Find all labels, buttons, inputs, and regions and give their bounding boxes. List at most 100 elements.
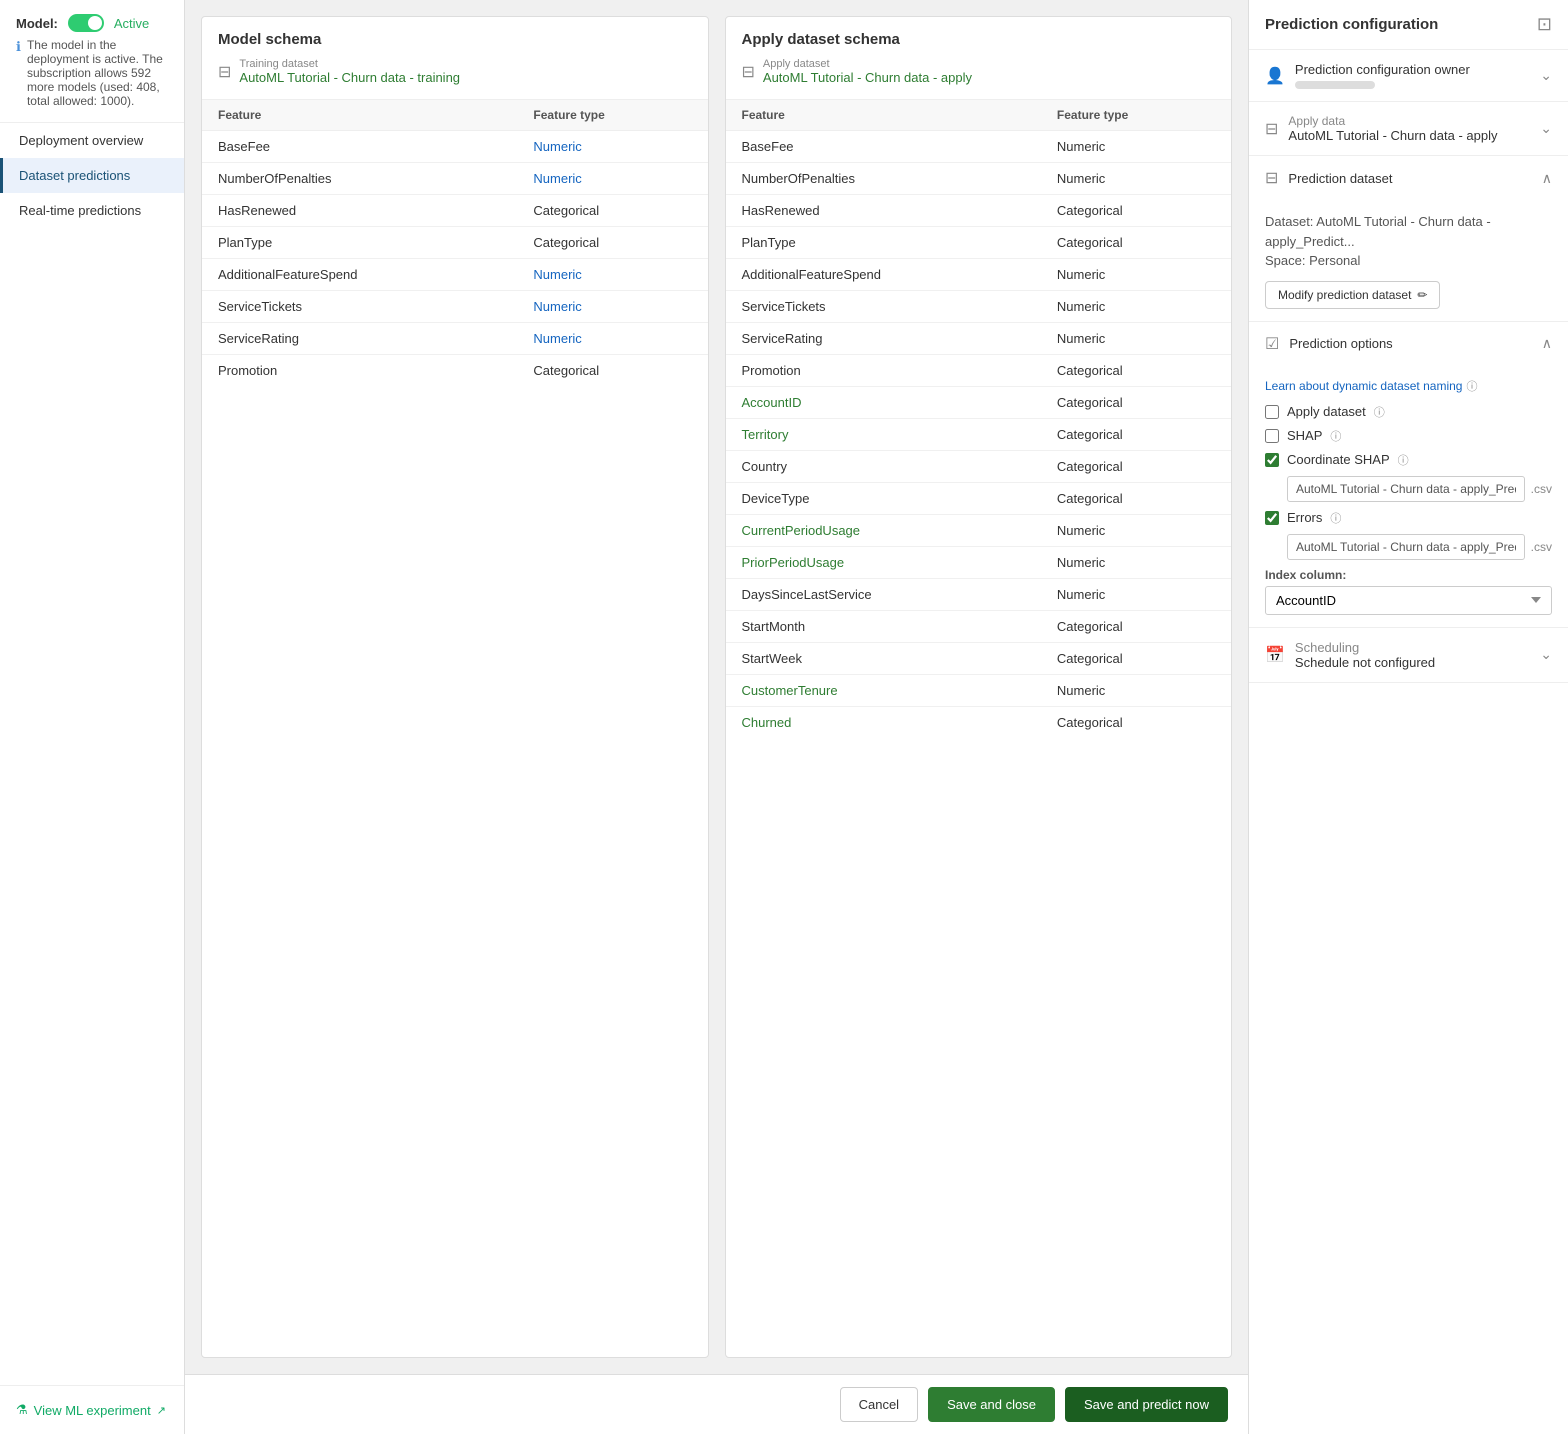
- nav-realtime-predictions[interactable]: Real-time predictions: [0, 193, 184, 228]
- config-owner-labels: Prediction configuration owner: [1295, 62, 1470, 89]
- table-row: DeviceTypeCategorical: [726, 483, 1232, 515]
- calendar-icon: 📅: [1265, 645, 1285, 665]
- modify-label: Modify prediction dataset: [1278, 288, 1411, 302]
- prediction-dataset-icon: ⊟: [1265, 168, 1278, 188]
- save-close-button[interactable]: Save and close: [928, 1387, 1055, 1422]
- save-predict-button[interactable]: Save and predict now: [1065, 1387, 1228, 1422]
- apply-dataset-info: Apply dataset AutoML Tutorial - Churn da…: [763, 58, 972, 85]
- nav-bottom: ⚗ View ML experiment ↗: [0, 1385, 184, 1434]
- type-cell: Categorical: [1041, 707, 1231, 739]
- apply-dataset-name: AutoML Tutorial - Churn data - apply: [763, 70, 972, 85]
- model-type-col-header: Feature type: [517, 100, 707, 131]
- config-owner-label: Prediction configuration owner: [1295, 62, 1470, 77]
- collapse-right-panel-icon[interactable]: ⊡: [1537, 14, 1552, 35]
- index-column-select[interactable]: AccountID None: [1265, 586, 1552, 615]
- model-active-toggle[interactable]: [68, 14, 104, 32]
- errors-filename-input[interactable]: [1287, 534, 1525, 560]
- table-row: CurrentPeriodUsageNumeric: [726, 515, 1232, 547]
- left-sidebar: Model: Active ℹ The model in the deploym…: [0, 0, 185, 1434]
- edit-icon: ✏: [1417, 288, 1427, 302]
- prediction-options-chevron-up-icon[interactable]: ∧: [1542, 335, 1552, 352]
- feature-cell[interactable]: PriorPeriodUsage: [726, 547, 1041, 579]
- model-schema-table: Feature Feature type BaseFeeNumericNumbe…: [202, 100, 708, 386]
- apply-data-chevron-icon[interactable]: ⌄: [1540, 120, 1552, 137]
- apply-dataset-icon: ⊟: [742, 62, 755, 82]
- info-icon: ℹ: [16, 39, 21, 55]
- type-cell: Numeric: [517, 259, 707, 291]
- feature-cell: BaseFee: [202, 131, 517, 163]
- apply-dataset-checkbox-label: Apply dataset: [1287, 404, 1366, 419]
- dynamic-naming-link-text: Learn about dynamic dataset naming: [1265, 379, 1462, 393]
- right-panel-header: Prediction configuration ⊡: [1249, 0, 1568, 50]
- feature-cell: Promotion: [726, 355, 1041, 387]
- type-cell: Numeric: [517, 291, 707, 323]
- apply-dataset-sublabel: Apply dataset: [763, 58, 972, 70]
- model-info-row: ℹ The model in the deployment is active.…: [16, 38, 168, 108]
- model-status-row: Model: Active: [16, 14, 168, 32]
- feature-cell: AdditionalFeatureSpend: [726, 259, 1041, 291]
- scheduling-value: Schedule not configured: [1295, 655, 1435, 670]
- coordinate-shap-ext: .csv: [1531, 477, 1552, 501]
- apply-dataset-checkbox[interactable]: [1265, 405, 1279, 419]
- scheduling-label: Scheduling: [1295, 640, 1435, 655]
- type-cell: Categorical: [1041, 611, 1231, 643]
- feature-cell[interactable]: Churned: [726, 707, 1041, 739]
- feature-cell[interactable]: CurrentPeriodUsage: [726, 515, 1041, 547]
- type-cell: Numeric: [517, 323, 707, 355]
- type-cell: Categorical: [517, 227, 707, 259]
- feature-cell[interactable]: AccountID: [726, 387, 1041, 419]
- config-owner-header[interactable]: 👤 Prediction configuration owner ⌄: [1249, 50, 1568, 101]
- coordinate-shap-checkbox[interactable]: [1265, 453, 1279, 467]
- table-row: TerritoryCategorical: [726, 419, 1232, 451]
- errors-sub-option: .csv: [1287, 534, 1552, 560]
- config-prediction-dataset-section: ⊟ Prediction dataset ∧ Dataset: AutoML T…: [1249, 156, 1568, 322]
- feature-cell[interactable]: Territory: [726, 419, 1041, 451]
- coordinate-shap-sub-option: .csv: [1287, 476, 1552, 502]
- type-cell: Numeric: [1041, 515, 1231, 547]
- coordinate-shap-filename-input[interactable]: [1287, 476, 1525, 502]
- shap-checkbox[interactable]: [1265, 429, 1279, 443]
- view-experiment-link[interactable]: ⚗ View ML experiment ↗: [16, 1402, 168, 1418]
- type-cell: Categorical: [517, 355, 707, 387]
- model-schema-table-wrap: Feature Feature type BaseFeeNumericNumbe…: [202, 100, 708, 1357]
- config-apply-data-info: Apply data AutoML Tutorial - Churn data …: [1288, 114, 1497, 143]
- shap-info-icon: ⓘ: [1330, 428, 1341, 444]
- errors-checkbox[interactable]: [1265, 511, 1279, 525]
- errors-label: Errors: [1287, 510, 1322, 525]
- table-row: HasRenewedCategorical: [726, 195, 1232, 227]
- type-cell: Numeric: [1041, 131, 1231, 163]
- config-prediction-options-header[interactable]: ☑ Prediction options ∧: [1249, 322, 1568, 366]
- feature-cell: ServiceTickets: [202, 291, 517, 323]
- type-cell: Numeric: [1041, 323, 1231, 355]
- feature-cell: HasRenewed: [726, 195, 1041, 227]
- modify-prediction-dataset-button[interactable]: Modify prediction dataset ✏: [1265, 281, 1440, 309]
- model-feature-col-header: Feature: [202, 100, 517, 131]
- apply-schema-title: Apply dataset schema: [742, 31, 1216, 48]
- cancel-button[interactable]: Cancel: [840, 1387, 918, 1422]
- feature-cell[interactable]: CustomerTenure: [726, 675, 1041, 707]
- dynamic-naming-link[interactable]: Learn about dynamic dataset naming ⓘ: [1265, 378, 1477, 394]
- scheduling-chevron-icon[interactable]: ⌄: [1540, 646, 1552, 663]
- config-scheduling-header[interactable]: 📅 Scheduling Schedule not configured ⌄: [1249, 628, 1568, 682]
- prediction-dataset-chevron-up-icon[interactable]: ∧: [1542, 170, 1552, 187]
- config-apply-data-header[interactable]: ⊟ Apply data AutoML Tutorial - Churn dat…: [1249, 102, 1568, 155]
- options-icon: ☑: [1265, 334, 1279, 354]
- feature-cell: PlanType: [726, 227, 1041, 259]
- table-row: ServiceTicketsNumeric: [726, 291, 1232, 323]
- table-row: PromotionCategorical: [202, 355, 708, 387]
- external-link-icon: ↗: [157, 1404, 166, 1417]
- coordinate-shap-label: Coordinate SHAP: [1287, 452, 1390, 467]
- model-label: Model:: [16, 16, 58, 31]
- nav-dataset-predictions[interactable]: Dataset predictions: [0, 158, 184, 193]
- config-apply-data-section: ⊟ Apply data AutoML Tutorial - Churn dat…: [1249, 102, 1568, 156]
- nav-deployment-overview[interactable]: Deployment overview: [0, 123, 184, 158]
- owner-chevron-icon[interactable]: ⌄: [1540, 67, 1552, 84]
- config-prediction-dataset-header[interactable]: ⊟ Prediction dataset ∧: [1249, 156, 1568, 200]
- prediction-dataset-line: Dataset: AutoML Tutorial - Churn data - …: [1265, 212, 1552, 251]
- shap-checkbox-label: SHAP: [1287, 428, 1322, 443]
- apply-schema-table-wrap: Feature Feature type BaseFeeNumericNumbe…: [726, 100, 1232, 1357]
- coordinate-shap-checkbox-row: Coordinate SHAP ⓘ: [1265, 452, 1552, 468]
- feature-cell: HasRenewed: [202, 195, 517, 227]
- table-row: PlanTypeCategorical: [726, 227, 1232, 259]
- prediction-dataset-info: Dataset: AutoML Tutorial - Churn data - …: [1265, 212, 1552, 271]
